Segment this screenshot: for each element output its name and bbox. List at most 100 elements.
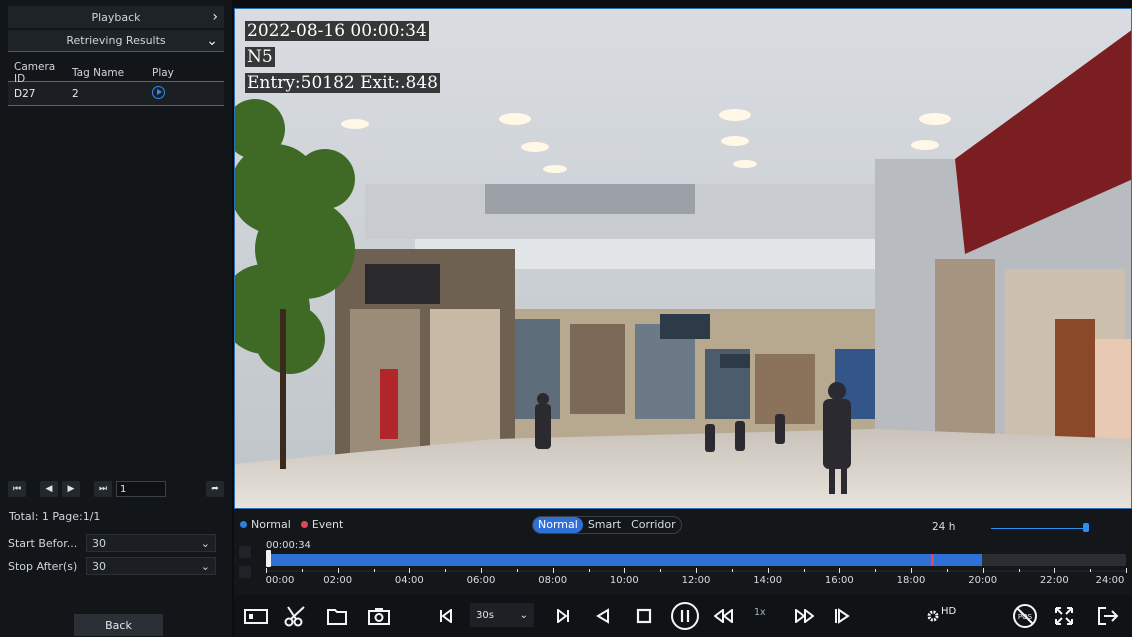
osd-timestamp: 2022-08-16 00:00:34 <box>245 21 429 41</box>
osd-counter: Entry:50182 Exit:.848 <box>245 73 440 93</box>
camera-snapshot-icon[interactable] <box>367 603 391 629</box>
reverse-play-icon[interactable] <box>596 603 610 629</box>
step-forward-icon[interactable] <box>556 603 570 629</box>
total-pages-text: Total: 1 Page:1/1 <box>9 510 101 523</box>
timeline-tick <box>588 569 590 572</box>
timeline-tick <box>982 568 984 573</box>
col-tag-name: Tag Name <box>72 66 125 79</box>
timeline-tick-label: 08:00 <box>538 575 568 586</box>
fullscreen-icon[interactable] <box>1054 603 1074 629</box>
timeline-tick <box>373 569 375 572</box>
timeline-tick <box>445 569 447 572</box>
timeline-tick <box>301 569 303 572</box>
skip-interval-select[interactable]: 30s ⌄ <box>470 603 534 627</box>
zoom-slider-handle[interactable] <box>1083 523 1089 532</box>
chevron-down-icon: ⌄ <box>519 609 528 621</box>
start-before-label: Start Befor... <box>8 536 78 550</box>
timeline-tick <box>624 568 626 573</box>
timeline-tick-label: 20:00 <box>968 575 998 586</box>
play-cell <box>146 85 186 102</box>
legend-normal-dot <box>240 521 247 528</box>
legend-event-dot <box>300 521 308 528</box>
cell-camera-id: D27 <box>14 87 36 100</box>
folder-icon[interactable] <box>326 603 348 629</box>
stop-icon[interactable] <box>636 603 652 629</box>
timeline-tick <box>481 568 482 573</box>
next-page-button[interactable]: ▶ <box>62 481 80 497</box>
playback-menu-item[interactable]: Playback › <box>8 6 224 28</box>
legend-event-label: Event <box>311 518 344 531</box>
channel-marker <box>239 566 251 578</box>
page-input[interactable]: 1 <box>116 481 166 497</box>
video-player[interactable]: 2022-08-16 00:00:34 N5 Entry:50182 Exit:… <box>234 8 1132 509</box>
timeline-tick <box>767 568 769 573</box>
prev-page-button[interactable]: ◀ <box>40 481 58 497</box>
control-bar: 30s ⌄ 1x HD POS <box>234 595 1132 637</box>
timeline-tick <box>696 568 697 573</box>
mode-corridor[interactable]: Corridor <box>626 517 681 533</box>
mode-switch: Normal Smart Corridor <box>532 516 682 534</box>
timeline-bar[interactable] <box>266 554 1126 566</box>
svg-text:POS: POS <box>1018 613 1033 621</box>
left-panel: Playback › Retrieving Results ⌄ Camera I… <box>0 0 232 637</box>
col-camera-id: Camera ID <box>14 60 56 85</box>
timeline-cursor[interactable] <box>266 550 271 567</box>
timeline-tick <box>337 568 339 573</box>
clip-icon[interactable] <box>244 603 268 629</box>
table-header: Camera ID Tag Name Play <box>8 60 224 85</box>
timeline-tick-label: 12:00 <box>681 575 711 586</box>
event-marker <box>930 554 934 566</box>
legend-normal-label: Normal <box>251 518 291 531</box>
play-circle-icon[interactable] <box>152 85 165 99</box>
frame-forward-icon[interactable] <box>834 603 850 629</box>
timeline-tick <box>1018 569 1020 572</box>
results-table: Camera ID Tag Name Play D27 2 <box>8 60 224 106</box>
exit-icon[interactable] <box>1096 603 1120 629</box>
zoom-label: 24 h <box>932 521 956 533</box>
osd-channel: N5 <box>245 47 275 67</box>
retrieving-results-header[interactable]: Retrieving Results ⌄ <box>8 30 224 52</box>
timeline-tick <box>803 569 805 572</box>
timeline-tick-label: 00:00 <box>265 575 295 586</box>
chevron-down-icon: ⌄ <box>200 559 210 573</box>
current-time: 00:00:34 <box>266 540 311 551</box>
pos-disabled-icon[interactable]: POS <box>1012 603 1038 629</box>
pager: ⏮ ◀ ▶ ⏭ 1 ➦ <box>8 480 224 498</box>
timeline-tick-label: 22:00 <box>1039 575 1069 586</box>
timeline-tick <box>875 569 877 572</box>
back-button[interactable]: Back <box>74 614 163 636</box>
pause-icon[interactable] <box>670 602 700 630</box>
timeline-tick-label: 24:00 <box>1095 575 1125 586</box>
legend-event: Event <box>300 518 344 531</box>
start-before-value: 30 <box>92 536 106 550</box>
fast-forward-icon[interactable] <box>794 603 814 629</box>
go-page-button[interactable]: ➦ <box>206 481 224 497</box>
stop-after-select[interactable]: 30 ⌄ <box>86 557 216 575</box>
start-before-select[interactable]: 30 ⌄ <box>86 534 216 552</box>
table-row[interactable]: D27 2 <box>8 82 224 106</box>
slow-down-icon[interactable] <box>714 603 734 629</box>
retrieving-results-label: Retrieving Results <box>66 34 166 47</box>
timeline-tick-label: 18:00 <box>896 575 926 586</box>
timeline-tick-label: 16:00 <box>824 575 854 586</box>
zoom-slider-track[interactable] <box>991 528 1086 529</box>
timeline-tick <box>660 569 662 572</box>
stop-after-label: Stop After(s) <box>8 559 78 573</box>
recorded-segment <box>266 554 983 566</box>
mode-normal[interactable]: Normal <box>533 517 583 533</box>
timeline-tick <box>839 568 841 573</box>
timeline-panel: Normal Event Normal Smart Corridor 24 h … <box>234 510 1132 595</box>
scissors-icon[interactable] <box>284 603 308 629</box>
timeline-tick <box>1090 569 1092 572</box>
stop-after-value: 30 <box>92 559 106 573</box>
first-page-button[interactable]: ⏮ <box>8 481 26 497</box>
playback-speed-label: 1x <box>754 607 766 618</box>
timeline-tick-label: 02:00 <box>323 575 353 586</box>
last-page-button[interactable]: ⏭ <box>94 481 112 497</box>
col-play: Play <box>152 66 174 79</box>
step-back-icon[interactable] <box>439 603 453 629</box>
gear-icon[interactable] <box>927 603 939 629</box>
quality-label[interactable]: HD <box>941 606 956 617</box>
start-before-row: Start Befor... 30 ⌄ <box>8 533 216 553</box>
mode-smart[interactable]: Smart <box>583 517 626 533</box>
